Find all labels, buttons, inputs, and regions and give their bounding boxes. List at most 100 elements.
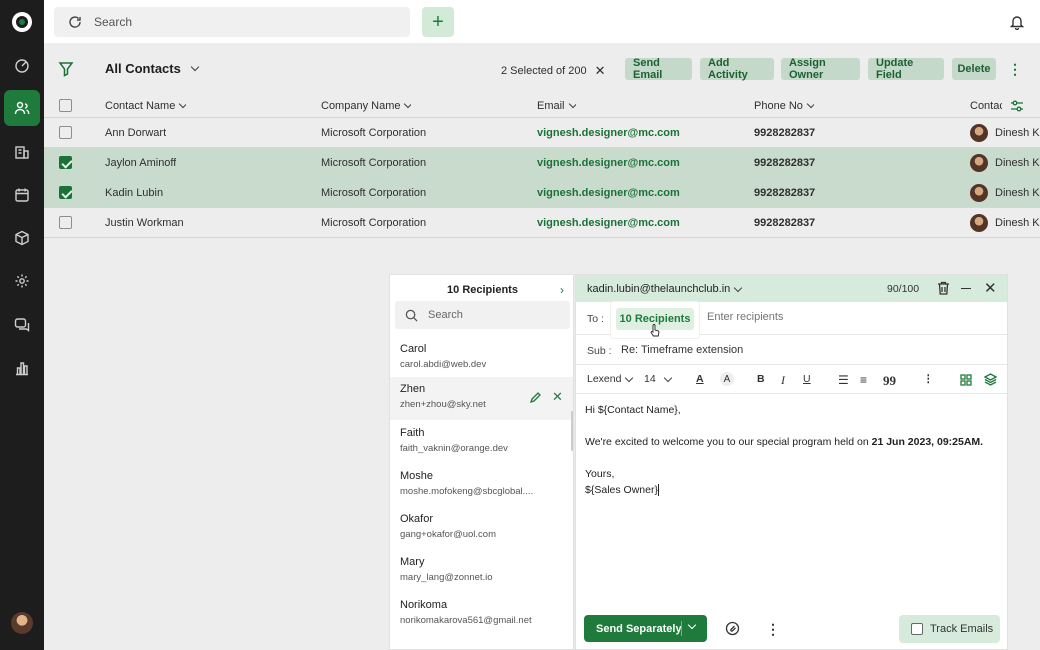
cell-contact-name[interactable]: Kadin Lubin [105,178,163,207]
app-logo-icon [12,12,32,32]
email-composer: kadin.lubin@thelaunchclub.in 90/100 ✕ To… [575,274,1008,650]
text-color-icon[interactable]: A [696,373,704,385]
bullet-list-icon[interactable]: ☰ [838,373,849,387]
font-size-select[interactable]: 14 [644,373,672,385]
track-emails-toggle[interactable]: Track Emails [899,615,1000,643]
user-avatar[interactable] [11,612,33,634]
chevron-down-icon [190,62,200,72]
track-emails-checkbox[interactable] [911,623,923,635]
attachment-icon[interactable] [725,621,740,636]
header-contact-name[interactable]: Contact Name [105,94,187,117]
bold-icon[interactable]: B [757,373,765,385]
update-field-button[interactable]: Update Field [868,57,944,81]
delete-button[interactable]: Delete [952,58,996,80]
font-family-select[interactable]: Lexend [587,373,634,385]
align-icon[interactable]: ≡ [860,373,867,387]
row-checkbox[interactable] [59,186,72,199]
underline-icon[interactable]: U [803,373,811,385]
recipient-name: Mary [400,556,425,568]
remove-recipient-icon[interactable]: ✕ [552,389,563,405]
nav-contacts-icon[interactable] [4,90,40,126]
cell-email-link[interactable]: vignesh.designer@mc.com [537,118,680,147]
cell-email-link[interactable]: vignesh.designer@mc.com [537,208,680,237]
header-phone[interactable]: Phone No [754,94,814,117]
to-label: To : [587,313,604,325]
nav-messages-icon[interactable] [4,306,40,342]
column-settings-icon[interactable] [1010,99,1024,113]
sort-chevron-icon [179,99,187,109]
send-email-button[interactable]: Send Email [625,57,692,81]
filter-icon[interactable] [58,61,74,77]
body-greeting: Hi ${Contact Name}, [585,404,681,416]
recipient-name: Moshe [400,470,434,482]
header-email[interactable]: Email [537,94,576,117]
sort-chevron-icon [568,99,576,109]
search-icon [405,309,418,322]
clear-selection-icon[interactable]: ✕ [595,63,606,79]
header-company-name[interactable]: Company Name [321,94,412,117]
to-input[interactable] [707,311,957,323]
view-selector[interactable]: All Contacts [105,61,200,76]
trash-icon[interactable] [937,281,950,295]
close-icon[interactable]: ✕ [984,279,997,297]
row-checkbox[interactable] [59,126,72,139]
table-row[interactable]: Jaylon Aminoff Microsoft Corporation vig… [44,148,1040,178]
format-toolbar: Lexend 14 A A B I U ☰ ≡ 99 ⋮ [576,365,1007,394]
assign-owner-button[interactable]: Assign Owner [781,57,860,81]
nav-dashboard-icon[interactable] [4,48,40,84]
more-format-icon[interactable]: ⋮ [923,373,934,385]
owner-avatar [970,153,988,172]
more-options-icon[interactable]: ⋮ [1008,61,1022,78]
recipients-search-input[interactable]: Search [395,301,570,329]
cell-email-link[interactable]: vignesh.designer@mc.com [537,148,680,177]
nav-settings-icon[interactable] [4,263,40,299]
table-row[interactable]: Justin Workman Microsoft Corporation vig… [44,208,1040,238]
send-options-chevron-icon[interactable] [687,620,697,630]
table-row[interactable]: Ann Dorwart Microsoft Corporation vignes… [44,118,1040,148]
recipient-item[interactable]: Moshe moshe.mofokeng@sbcglobal.... [390,464,573,507]
cell-contact-name[interactable]: Jaylon Aminoff [105,148,176,177]
composer-more-icon[interactable]: ⋮ [766,621,780,638]
layers-icon[interactable] [984,373,997,386]
recipients-scrollbar[interactable] [571,411,573,451]
subject-input[interactable]: Re: Timeframe extension [621,344,743,356]
template-grid-icon[interactable] [960,374,972,386]
highlight-color-icon[interactable]: A [720,372,734,386]
recipient-name: Zhen [400,383,426,395]
quote-icon[interactable]: 99 [883,373,896,389]
italic-icon[interactable]: I [781,373,785,388]
recipient-email: mary_lang@zonnet.io [400,572,493,583]
from-selector[interactable]: kadin.lubin@thelaunchclub.in [587,283,743,295]
recipient-item[interactable]: Carol carol.abdi@web.dev [390,337,573,380]
nav-companies-icon[interactable] [4,134,40,170]
recipient-item[interactable]: Faith faith_vaknin@orange.dev [390,421,573,464]
header-contact-owner[interactable]: Contac [970,94,1002,117]
minimize-icon[interactable] [961,288,971,290]
add-button[interactable]: + [422,7,454,37]
cell-contact-name[interactable]: Ann Dorwart [105,118,166,147]
recipient-email: norikomakarova561@gmail.net [400,615,532,626]
email-body-editor[interactable]: Hi ${Contact Name}, We're excited to wel… [585,402,1000,498]
select-all-checkbox[interactable] [59,99,72,112]
recipient-item[interactable]: Norikoma norikomakarova561@gmail.net [390,593,573,636]
global-search[interactable]: Search [54,7,410,37]
recipient-item[interactable]: Zhen zhen+zhou@sky.net ✕ [390,377,573,420]
chevron-down-icon [663,373,672,382]
recipient-name: Norikoma [400,599,448,611]
cell-email-link[interactable]: vignesh.designer@mc.com [537,178,680,207]
to-field-row: To : 10 Recipients [576,302,1007,338]
send-separately-button[interactable]: Send Separately [584,615,707,642]
recipient-item[interactable]: Mary mary_lang@zonnet.io [390,550,573,593]
bell-icon[interactable] [1010,14,1024,30]
row-checkbox[interactable] [59,216,72,229]
cell-contact-name[interactable]: Justin Workman [105,208,184,237]
nav-reports-icon[interactable] [4,350,40,386]
add-activity-button[interactable]: Add Activity [700,57,774,81]
nav-products-icon[interactable] [4,220,40,256]
recipient-item[interactable]: Okafor gang+okafor@uol.com [390,507,573,550]
table-row[interactable]: Kadin Lubin Microsoft Corporation vignes… [44,178,1040,208]
row-checkbox[interactable] [59,156,72,169]
nav-calendar-icon[interactable] [4,177,40,213]
edit-pencil-icon[interactable] [529,391,542,404]
chevron-right-icon[interactable]: › [560,283,564,297]
